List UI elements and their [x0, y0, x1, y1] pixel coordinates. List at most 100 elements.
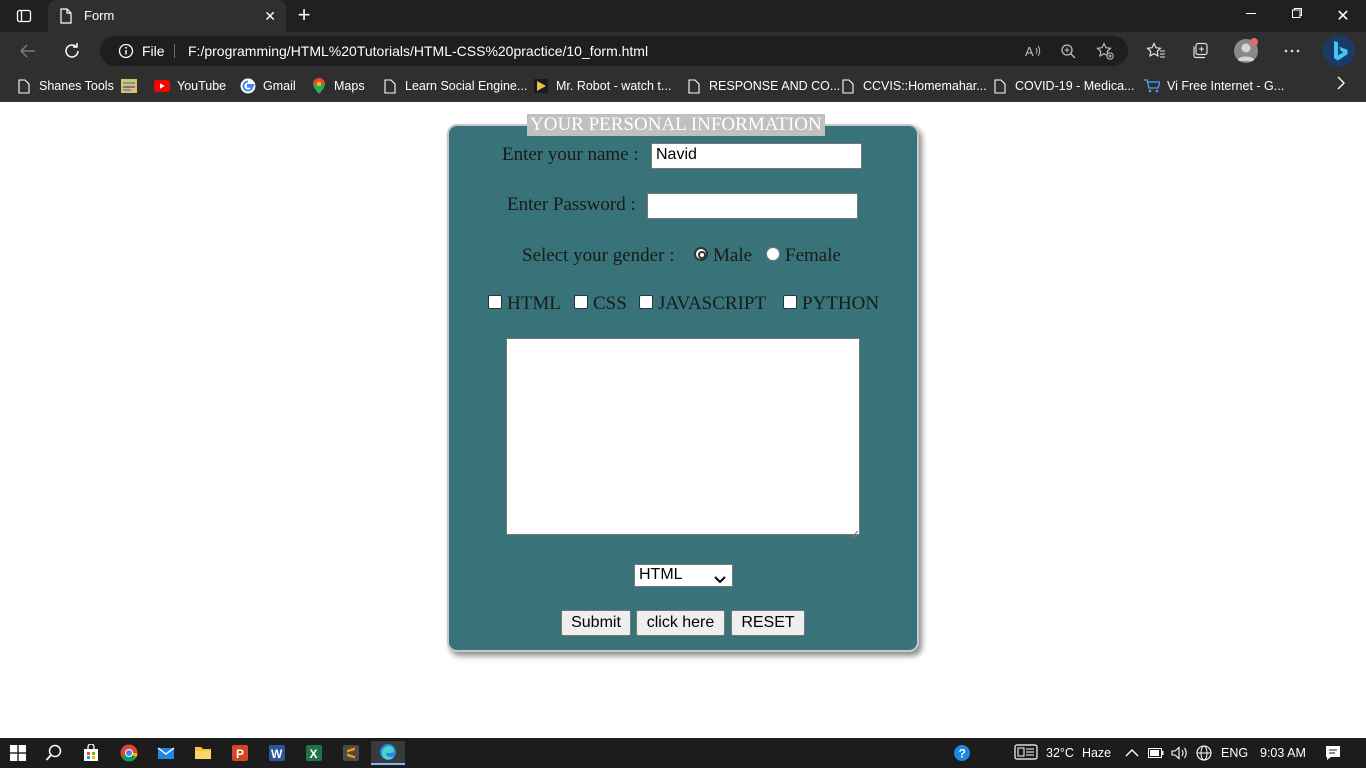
bookmark-label: RESPONSE AND CO...	[709, 79, 841, 93]
mail-icon[interactable]	[149, 741, 183, 765]
file-explorer-icon[interactable]	[186, 741, 220, 765]
bookmark-mr-robot[interactable]: Mr. Robot - watch t...	[533, 76, 671, 96]
refresh-icon[interactable]	[60, 40, 84, 62]
gender-label: Select your gender :	[522, 245, 675, 266]
notifications-icon[interactable]	[1325, 743, 1341, 763]
radio-male-label: Male	[713, 245, 753, 266]
page-icon	[16, 78, 32, 94]
bookmark-label: COVID-19 - Medica...	[1015, 79, 1135, 93]
svg-text:W: W	[271, 747, 283, 761]
excel-icon[interactable]: X	[297, 741, 331, 765]
network-icon[interactable]	[1196, 743, 1212, 763]
radio-male[interactable]	[694, 247, 708, 261]
word-icon[interactable]: W	[260, 741, 294, 765]
bookmark-gmail[interactable]: Gmail	[240, 76, 296, 96]
bookmark-vi-free[interactable]: Vi Free Internet - G...	[1144, 76, 1284, 96]
radio-female[interactable]	[766, 247, 780, 261]
message-textarea[interactable]	[506, 338, 860, 539]
youtube-icon	[154, 78, 170, 94]
weather-widget[interactable]: 32°C Haze	[1014, 743, 1111, 763]
new-tab-button[interactable]: +	[292, 4, 316, 28]
page-icon	[382, 78, 398, 94]
weather-temp: 32°C	[1046, 746, 1074, 760]
add-favorite-icon[interactable]	[1096, 42, 1114, 60]
checkbox-javascript-label: JAVASCRIPT	[658, 293, 767, 314]
browser-toolbar: File F:/programming/HTML%20Tutorials/HTM…	[0, 32, 1366, 70]
page-icon	[840, 78, 856, 94]
checkbox-css[interactable]	[574, 295, 588, 309]
password-input[interactable]	[647, 193, 858, 219]
url-text[interactable]: F:/programming/HTML%20Tutorials/HTML-CSS…	[188, 43, 648, 59]
page-icon	[686, 78, 702, 94]
bookmarks-bar: Shanes Tools YouTube Gmail Maps Learn So…	[0, 70, 1366, 102]
edge-icon[interactable]	[371, 741, 405, 765]
battery-icon[interactable]	[1148, 743, 1164, 763]
info-icon[interactable]	[118, 43, 134, 64]
bookmark-label: YouTube	[177, 79, 227, 93]
svg-text:A: A	[1025, 44, 1034, 59]
zoom-icon[interactable]	[1059, 42, 1077, 60]
help-icon[interactable]: ?	[953, 743, 971, 763]
google-icon	[240, 78, 256, 94]
bookmark-label: Learn Social Engine...	[405, 79, 528, 93]
bookmark-ccvis[interactable]: CCVIS::Homemahar...	[840, 76, 987, 96]
bing-icon[interactable]	[1323, 35, 1355, 67]
bookmark-maps[interactable]: Maps	[311, 76, 365, 96]
tab-actions-icon[interactable]	[8, 4, 40, 28]
collections-icon[interactable]	[1189, 40, 1211, 62]
search-icon[interactable]	[37, 741, 71, 765]
bookmark-youtube[interactable]: YouTube	[154, 76, 226, 96]
restore-icon[interactable]	[1287, 6, 1307, 26]
bookmark-label: Mr. Robot - watch t...	[556, 79, 672, 93]
more-icon[interactable]	[1281, 40, 1303, 62]
chrome-icon[interactable]	[112, 741, 146, 765]
checkbox-python[interactable]	[783, 295, 797, 309]
name-label: Enter your name :	[502, 144, 639, 165]
bookmark-label: Shanes Tools	[39, 79, 114, 93]
bookmark-covid[interactable]: COVID-19 - Medica...	[992, 76, 1134, 96]
chevron-right-icon[interactable]	[1332, 76, 1350, 96]
name-input[interactable]: Navid	[651, 143, 862, 169]
powerpoint-icon[interactable]: P	[223, 741, 257, 765]
store-icon[interactable]	[74, 741, 108, 765]
taskbar: P W X ? 32°C Haze ENG 9:03 AM	[0, 738, 1366, 768]
volume-icon[interactable]	[1171, 743, 1189, 763]
svg-text:P: P	[236, 747, 244, 761]
address-bar[interactable]: File F:/programming/HTML%20Tutorials/HTM…	[100, 36, 1128, 66]
play-icon	[533, 78, 549, 94]
tab-form[interactable]: Form ✕	[48, 0, 286, 32]
select-value: HTML	[639, 566, 683, 583]
clock[interactable]: 9:03 AM	[1260, 743, 1306, 763]
reset-button[interactable]: RESET	[731, 610, 805, 636]
sublime-icon[interactable]	[334, 741, 368, 765]
favorites-icon[interactable]	[1145, 40, 1167, 62]
password-label: Enter Password :	[507, 194, 636, 215]
window-close-icon[interactable]: ✕	[1333, 6, 1353, 26]
bookmark-shanes-tools[interactable]: Shanes Tools	[16, 76, 114, 96]
bookmark-label: Maps	[334, 79, 365, 93]
bookmark-learn-social[interactable]: Learn Social Engine...	[382, 76, 527, 96]
bookmark-label: CCVIS::Homemahar...	[863, 79, 987, 93]
svg-text:?: ?	[959, 747, 966, 761]
resize-grip-icon[interactable]	[850, 525, 859, 539]
bookmark-label: Vi Free Internet - G...	[1167, 79, 1285, 93]
click-here-button[interactable]: click here	[636, 610, 725, 636]
cart-icon	[1144, 78, 1160, 94]
windows-start-icon[interactable]	[1, 741, 35, 765]
submit-button[interactable]: Submit	[561, 610, 631, 636]
bookmark-image[interactable]	[121, 76, 144, 96]
language-indicator[interactable]: ENG	[1221, 743, 1248, 763]
checkbox-javascript[interactable]	[639, 295, 653, 309]
back-icon[interactable]	[16, 40, 40, 62]
page-icon	[992, 78, 1008, 94]
language-select[interactable]: HTML	[634, 564, 733, 587]
read-aloud-icon[interactable]: A	[1024, 42, 1042, 60]
chevron-up-icon[interactable]	[1125, 743, 1139, 763]
minimize-icon[interactable]	[1241, 6, 1261, 26]
checkbox-html[interactable]	[488, 295, 502, 309]
address-separator	[174, 44, 175, 58]
bookmark-response[interactable]: RESPONSE AND CO...	[686, 76, 840, 96]
close-icon[interactable]: ✕	[264, 8, 276, 25]
checkbox-python-label: PYTHON	[802, 293, 880, 314]
radio-female-label: Female	[785, 245, 841, 266]
